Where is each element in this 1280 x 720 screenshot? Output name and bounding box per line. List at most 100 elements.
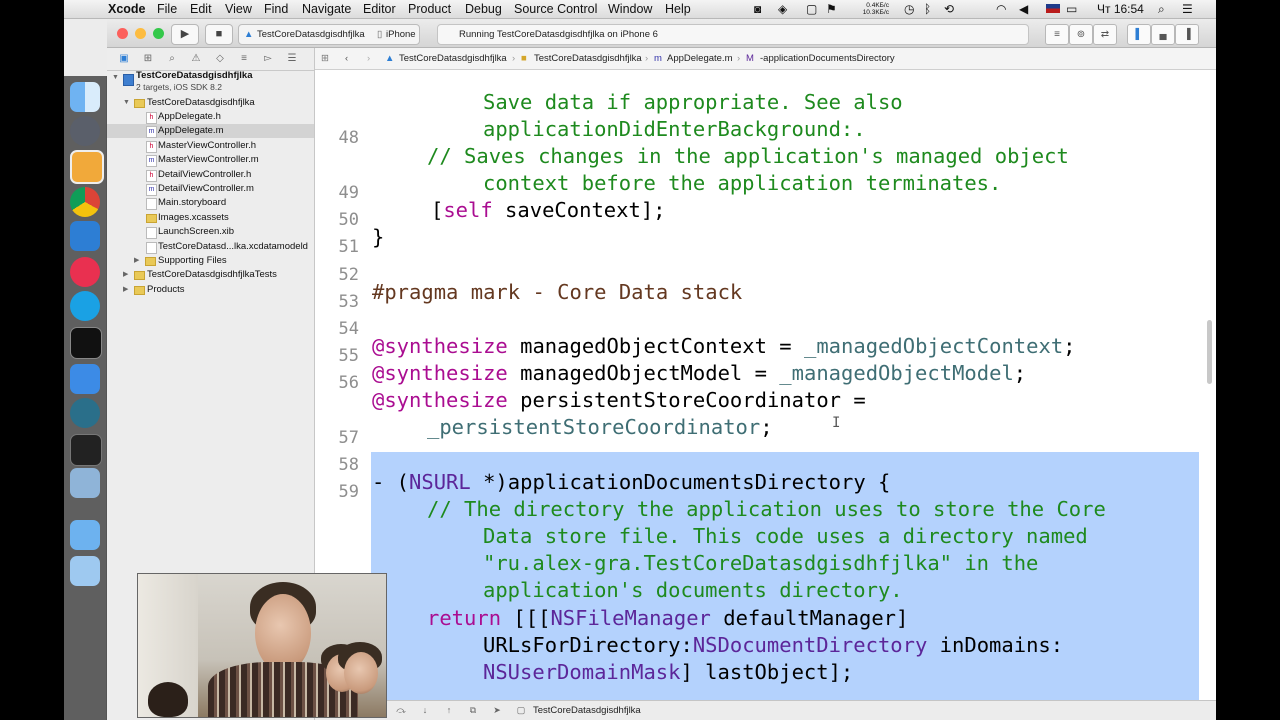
back-arrow-icon[interactable]: ‹ [345, 48, 348, 69]
bluetooth-icon[interactable]: ᛒ [924, 0, 931, 18]
code-token: ; [1013, 361, 1027, 385]
debug-area-toggle-icon[interactable]: ▄ [1151, 24, 1175, 45]
run-button[interactable]: ▶ [171, 24, 199, 45]
code-token: URLsForDirectory: [483, 633, 693, 657]
code-token: return [427, 606, 502, 630]
editor-scrollbar[interactable] [1207, 320, 1212, 384]
step-into-icon[interactable]: ↓ [419, 704, 431, 717]
menu-view[interactable]: View [225, 0, 252, 18]
launchpad-icon[interactable] [70, 116, 100, 146]
minimize-button[interactable] [135, 28, 146, 39]
time-machine-icon[interactable]: ⟲ [944, 0, 954, 18]
file-row[interactable]: h DetailViewController.h [107, 168, 314, 182]
downloads-folder-icon[interactable] [70, 556, 100, 586]
display-icon[interactable]: ▢ [806, 0, 817, 18]
breadcrumb-method[interactable]: -applicationDocumentsDirectory [760, 48, 895, 69]
version-editor-icon[interactable]: ⇄ [1093, 24, 1117, 45]
app-menu[interactable]: Xcode [108, 0, 146, 18]
disclosure-open-icon[interactable]: ▼ [112, 71, 119, 85]
sublime-icon[interactable] [70, 150, 104, 184]
menu-window[interactable]: Window [608, 0, 652, 18]
step-out-icon[interactable]: ↑ [443, 704, 455, 717]
code-line: applicationDidEnterBackground:. [483, 117, 866, 141]
file-row[interactable]: LaunchScreen.xib [107, 225, 314, 240]
breadcrumb-group[interactable]: TestCoreDatasdgisdhfjlka [534, 48, 642, 69]
simulator-icon[interactable] [70, 364, 100, 394]
notification-center-icon[interactable]: ☰ [1182, 0, 1193, 18]
dropbox-icon[interactable]: ◈ [778, 0, 787, 18]
breakpoint-navigator-tab-icon[interactable]: ▻ [261, 52, 275, 66]
disclosure-closed-icon[interactable]: ▶ [134, 254, 139, 268]
assistant-editor-icon[interactable]: ⊚ [1069, 24, 1093, 45]
file-row[interactable]: Main.storyboard [107, 196, 314, 211]
spotlight-icon[interactable]: ⌕ [1158, 0, 1165, 18]
disclosure-open-icon[interactable]: ▼ [123, 96, 130, 110]
project-navigator-tab-icon[interactable]: ▣ [117, 52, 131, 66]
menu-editor[interactable]: Editor [363, 0, 396, 18]
stop-button[interactable]: ■ [205, 24, 233, 45]
file-row[interactable]: TestCoreDatasd...lka.xcdatamodeld [107, 240, 314, 254]
menu-help[interactable]: Help [665, 0, 691, 18]
close-button[interactable] [117, 28, 128, 39]
menu-navigate[interactable]: Navigate [302, 0, 351, 18]
us-flag-icon[interactable] [1046, 4, 1060, 13]
terminal-icon[interactable] [70, 327, 102, 359]
finder-icon[interactable] [70, 82, 100, 112]
file-row[interactable]: h MasterViewController.h [107, 139, 314, 153]
zoom-button[interactable] [153, 28, 164, 39]
itunes-icon[interactable] [70, 257, 100, 287]
flag-icon[interactable]: ⚑ [826, 0, 837, 18]
network-speed: 0.4KБ/с 10.3KБ/с [844, 2, 889, 16]
menu-source-control[interactable]: Source Control [514, 0, 597, 18]
breadcrumb-project[interactable]: TestCoreDatasdgisdhfjlka [399, 48, 507, 69]
disclosure-closed-icon[interactable]: ▶ [123, 283, 128, 297]
navigator-toggle-icon[interactable]: ▌ [1127, 24, 1151, 45]
location-icon[interactable]: ➤ [491, 704, 503, 717]
clock-menu-icon[interactable]: ◷ [904, 0, 914, 18]
view-debugger-icon[interactable]: ⧉ [467, 704, 479, 717]
scheme-selector[interactable]: ▲ TestCoreDatasdgisdhfjlka ▯ iPhone 6 [238, 24, 420, 59]
xcode-icon[interactable] [70, 221, 100, 251]
find-navigator-tab-icon[interactable]: ⌕ [165, 52, 179, 66]
activity-monitor-icon[interactable] [70, 434, 102, 466]
debug-navigator-tab-icon[interactable]: ≡ [237, 52, 251, 66]
file-row[interactable]: m AppDelegate.m [107, 124, 314, 139]
file-row[interactable]: m MasterViewController.m [107, 153, 314, 168]
preview-icon[interactable] [70, 468, 100, 498]
group-tests[interactable]: ▶ TestCoreDatasdgisdhfjlkaTests [107, 268, 314, 282]
camera-icon[interactable]: ◙ [754, 0, 761, 18]
clock[interactable]: Чт 16:54 [1097, 0, 1144, 18]
step-over-icon[interactable]: ⤼ [395, 704, 407, 717]
standard-editor-icon[interactable]: ≡ [1045, 24, 1069, 45]
group-main[interactable]: ▼ TestCoreDatasdgisdhfjlka [107, 96, 314, 110]
skype-icon[interactable] [70, 291, 100, 321]
chrome-icon[interactable] [70, 187, 100, 217]
wifi-icon[interactable]: ◠ [996, 0, 1006, 18]
source-editor[interactable]: 48 49 50 51 52 53 54 55 56 57 58 59 60 6… [315, 70, 1216, 700]
issue-navigator-tab-icon[interactable]: ⚠ [189, 52, 203, 66]
symbol-navigator-tab-icon[interactable]: ⊞ [141, 52, 155, 66]
group-products[interactable]: ▶ Products [107, 283, 314, 297]
forward-arrow-icon[interactable]: › [367, 48, 370, 69]
battery-icon[interactable]: ▭ [1066, 0, 1077, 18]
disclosure-closed-icon[interactable]: ▶ [123, 268, 128, 282]
related-items-icon[interactable]: ⊞ [321, 48, 329, 69]
menu-edit[interactable]: Edit [190, 0, 212, 18]
applications-folder-icon[interactable] [70, 520, 100, 550]
project-root[interactable]: ▼ TestCoreDatasdgisdhfjlka 2 targets, iO… [107, 70, 314, 95]
file-row[interactable]: Images.xcassets [107, 211, 314, 225]
menu-find[interactable]: Find [264, 0, 288, 18]
menu-debug[interactable]: Debug [465, 0, 502, 18]
group-supporting-files[interactable]: ▶ Supporting Files [107, 254, 314, 268]
utilities-toggle-icon[interactable]: ▐ [1175, 24, 1199, 45]
line-number: 49 [338, 183, 359, 203]
sourcetree-icon[interactable] [70, 398, 100, 428]
file-row[interactable]: m DetailViewController.m [107, 182, 314, 196]
file-row[interactable]: h AppDelegate.h [107, 110, 314, 124]
test-navigator-tab-icon[interactable]: ◇ [213, 52, 227, 66]
volume-icon[interactable]: ◀ [1019, 0, 1028, 18]
menu-product[interactable]: Product [408, 0, 451, 18]
menu-file[interactable]: File [157, 0, 177, 18]
breadcrumb-file[interactable]: AppDelegate.m [667, 48, 732, 69]
report-navigator-tab-icon[interactable]: ☰ [285, 52, 299, 66]
